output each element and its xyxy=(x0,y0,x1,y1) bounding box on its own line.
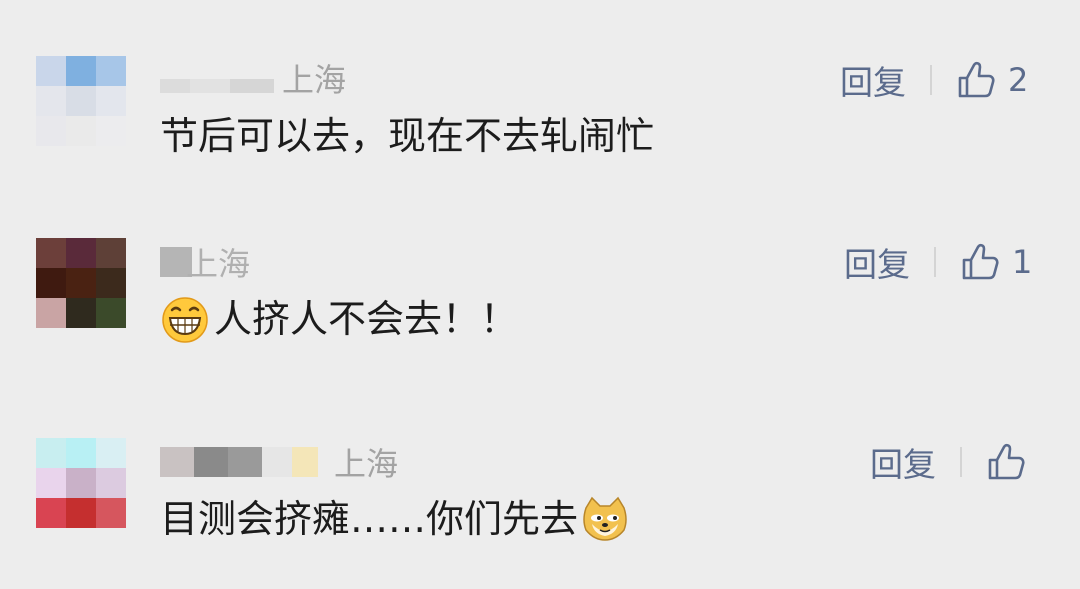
avatar-pixel xyxy=(36,238,66,268)
divider xyxy=(960,447,962,477)
reply-button[interactable]: 回复 xyxy=(870,438,936,486)
nickname-blurred[interactable] xyxy=(160,444,318,480)
avatar-pixel xyxy=(96,56,126,86)
avatar-pixel xyxy=(96,498,126,528)
thumbs-up-icon[interactable] xyxy=(986,442,1026,482)
avatar-pixel xyxy=(66,298,96,328)
avatar-pixel xyxy=(36,56,66,86)
avatar-pixel xyxy=(36,86,66,116)
thumbs-up-icon[interactable] xyxy=(956,60,996,100)
location-label: 上海 xyxy=(282,61,347,99)
avatar-pixel xyxy=(66,498,96,528)
comment-meta: 上海 xyxy=(160,442,399,483)
avatar-pixel xyxy=(96,268,126,298)
reply-button[interactable]: 回复 xyxy=(840,56,906,104)
comment-actions: 回复 1 xyxy=(844,240,1032,284)
avatar[interactable] xyxy=(36,238,126,328)
comment-text: 节后可以去，现在不去轧闹忙 xyxy=(160,111,654,161)
reply-button[interactable]: 回复 xyxy=(844,238,910,286)
comment-meta: 上海 xyxy=(160,242,251,283)
avatar-pixel xyxy=(96,438,126,468)
doge-emoji xyxy=(583,496,627,541)
avatar-pixel xyxy=(96,238,126,268)
avatar-pixel xyxy=(66,468,96,498)
comment-actions: 回复 2 xyxy=(840,58,1028,102)
avatar-pixel xyxy=(36,268,66,298)
avatar-pixel xyxy=(36,468,66,498)
avatar-pixel xyxy=(36,498,66,528)
avatar-pixel xyxy=(36,298,66,328)
avatar-pixel xyxy=(66,56,96,86)
avatar-pixel xyxy=(66,86,96,116)
avatar-pixel xyxy=(66,116,96,146)
avatar-pixel xyxy=(96,468,126,498)
avatar-pixel xyxy=(66,268,96,298)
avatar-pixel xyxy=(96,116,126,146)
comment-body: 人挤人不会去！！ xyxy=(214,297,519,341)
avatar-pixel xyxy=(36,438,66,468)
avatar-pixel xyxy=(66,438,96,468)
location-label: 上海 xyxy=(334,445,399,483)
avatar-pixel xyxy=(66,238,96,268)
avatar[interactable] xyxy=(36,438,126,528)
avatar-pixel xyxy=(36,116,66,146)
avatar[interactable] xyxy=(36,56,126,146)
comment-text: 人挤人不会去！！ xyxy=(160,294,518,344)
comment-body: 节后可以去，现在不去轧闹忙 xyxy=(160,114,655,158)
comment-meta: 上海 xyxy=(160,58,347,99)
like-count: 1 xyxy=(1012,243,1033,281)
nickname-blurred[interactable] xyxy=(160,60,274,96)
divider xyxy=(934,247,936,277)
comment-body: 目测会挤瘫……你们先去 xyxy=(160,497,579,541)
avatar-pixel xyxy=(96,86,126,116)
thumbs-up-icon[interactable] xyxy=(960,242,1000,282)
divider xyxy=(930,65,932,95)
grinning-face-emoji xyxy=(162,297,208,343)
comment-actions: 回复 xyxy=(870,440,1038,484)
like-count: 2 xyxy=(1008,61,1029,99)
location-label: 上海 xyxy=(186,245,251,283)
comment-text: 目测会挤瘫……你们先去 xyxy=(160,494,630,544)
avatar-pixel xyxy=(96,298,126,328)
